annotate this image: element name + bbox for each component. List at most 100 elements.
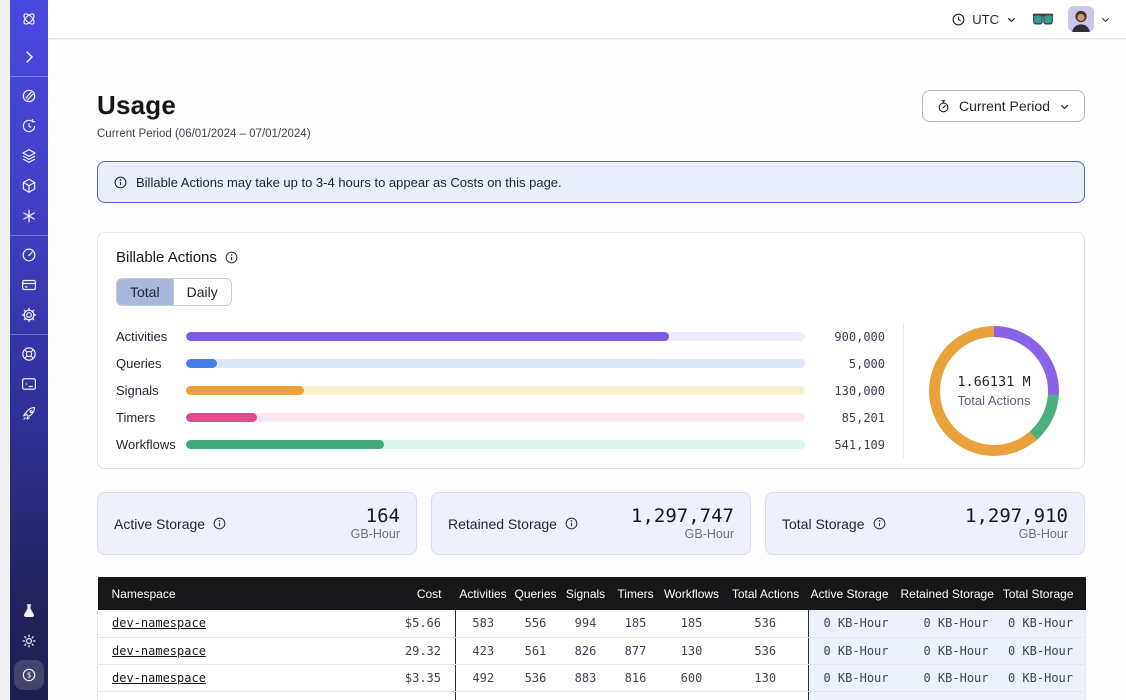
eye-icon[interactable]	[18, 85, 40, 107]
usage-bar: Activities 900,000	[116, 323, 885, 350]
chevron-down-icon	[1005, 13, 1018, 26]
asterisk-icon[interactable]	[18, 205, 40, 227]
namespace-link[interactable]: dev-namespace	[112, 671, 206, 685]
tab-total[interactable]: Total	[117, 279, 173, 305]
col-cost: Cost	[348, 577, 456, 610]
period-select-label: Current Period	[959, 98, 1050, 114]
cell-timers: 816	[611, 664, 661, 691]
cell-activities: 583	[456, 610, 511, 637]
cell-active-storage: 0 KB-Hour	[809, 610, 901, 637]
bar-track	[186, 332, 805, 341]
sidebar: $	[10, 0, 48, 700]
layers-icon[interactable]	[18, 145, 40, 167]
cube-icon[interactable]	[18, 175, 40, 197]
main-content: Usage Current Period (06/01/2024 – 07/01…	[48, 40, 1126, 700]
billable-bar-chart: Activities 900,000 Queries 5,000 Signals…	[116, 323, 903, 458]
info-icon	[113, 175, 128, 190]
bar-value: 541,109	[819, 438, 885, 452]
bar-track	[186, 413, 805, 422]
cell-total-actions: 536	[723, 637, 809, 664]
period-select-button[interactable]: Current Period	[922, 90, 1085, 122]
col-timers: Timers	[611, 577, 661, 610]
total-storage-value: 1,297,910	[965, 506, 1068, 528]
cell-workflows: 185	[661, 610, 723, 637]
namespace-link[interactable]: dev-namespace	[112, 644, 206, 658]
stopwatch-icon	[936, 99, 951, 114]
bar-value: 900,000	[819, 330, 885, 344]
donut-total-label: Total Actions	[958, 393, 1031, 408]
cell-workflows: 600	[661, 664, 723, 691]
page-subtitle: Current Period (06/01/2024 – 07/01/2024)	[97, 128, 311, 140]
retained-storage-value: 1,297,747	[631, 506, 734, 528]
timezone-label: UTC	[972, 12, 999, 27]
col-workflows: Workflows	[661, 577, 723, 610]
col-total-actions: Total Actions	[723, 577, 809, 610]
total-actions-donut: 1.66131 M Total Actions	[929, 326, 1059, 456]
retained-storage-label: Retained Storage	[448, 516, 557, 532]
sidebar-divider	[10, 334, 48, 335]
total-storage-card: Total Storage 1,297,910 GB-Hour	[765, 492, 1085, 555]
tab-daily[interactable]: Daily	[173, 279, 231, 305]
usage-bar: Workflows 541,109	[116, 431, 885, 458]
table-row: dev-namespace $3.35 492 536 883 816 600 …	[98, 664, 1086, 691]
cell-signals: 826	[561, 637, 611, 664]
history-icon[interactable]	[18, 115, 40, 137]
cell-active-storage: 0 KB-Hour	[809, 637, 901, 664]
chevron-down-icon	[1058, 100, 1071, 113]
rocket-icon[interactable]	[18, 403, 40, 425]
flask-icon[interactable]	[18, 600, 40, 622]
account-menu[interactable]	[1068, 6, 1112, 32]
cell-queries: 556	[511, 610, 561, 637]
cell-queries: 561	[511, 637, 561, 664]
total-storage-unit: GB-Hour	[965, 527, 1068, 541]
cell-cost: $3.35	[348, 664, 456, 691]
donut-chart-panel: 1.66131 M Total Actions	[903, 323, 1084, 458]
terminal-icon[interactable]	[18, 373, 40, 395]
retained-storage-unit: GB-Hour	[631, 527, 734, 541]
lifebuoy-icon[interactable]	[18, 343, 40, 365]
clock-icon	[951, 12, 966, 27]
usage-bar: Timers 85,201	[116, 404, 885, 431]
cell-total-actions: 130	[723, 664, 809, 691]
dollar-coin-icon[interactable]: $	[14, 660, 44, 690]
cell-total-storage: 0 KB-Hour	[1001, 664, 1086, 691]
bar-track	[186, 440, 805, 449]
info-icon[interactable]	[872, 516, 887, 531]
info-icon[interactable]	[212, 516, 227, 531]
bar-fill	[186, 440, 384, 449]
active-storage-label: Active Storage	[114, 516, 205, 532]
col-signals: Signals	[561, 577, 611, 610]
cell-retained-storage: 0 KB-Hour	[901, 664, 1001, 691]
col-activities: Activities	[456, 577, 511, 610]
info-icon[interactable]	[224, 250, 239, 265]
billable-actions-card: Billable Actions Total Daily Activities …	[97, 232, 1085, 469]
timezone-picker[interactable]: UTC	[951, 12, 1018, 27]
chevron-right-icon[interactable]	[18, 46, 40, 68]
cell-total-storage: 0 KB-Hour	[1001, 610, 1086, 637]
namespace-usage-table: Namespace Cost Activities Queries Signal…	[97, 577, 1086, 700]
usage-bar: Queries 5,000	[116, 350, 885, 377]
sun-icon[interactable]	[18, 630, 40, 652]
credit-card-icon[interactable]	[18, 274, 40, 296]
temporal-logo[interactable]	[18, 8, 40, 30]
gauge-icon[interactable]	[18, 244, 40, 266]
page-title: Usage	[97, 90, 311, 121]
cell-retained-storage: 0 KB-Hour	[901, 610, 1001, 637]
usage-bar: Signals 130,000	[116, 377, 885, 404]
cell-cost: $5.66	[348, 610, 456, 637]
active-storage-value: 164	[351, 506, 400, 528]
bar-label: Signals	[116, 383, 186, 398]
cell-total-storage: 0 KB-Hour	[1001, 637, 1086, 664]
info-icon[interactable]	[564, 516, 579, 531]
namespace-link[interactable]: dev-namespace	[112, 616, 206, 630]
active-storage-unit: GB-Hour	[351, 527, 400, 541]
cell-signals: 994	[561, 610, 611, 637]
sidebar-divider	[10, 235, 48, 236]
gear-icon[interactable]	[18, 304, 40, 326]
bar-label: Activities	[116, 329, 186, 344]
bar-fill	[186, 386, 304, 395]
avatar	[1068, 6, 1094, 32]
retained-storage-card: Retained Storage 1,297,747 GB-Hour	[431, 492, 751, 555]
glasses-icon[interactable]	[1032, 12, 1054, 27]
bar-value: 85,201	[819, 411, 885, 425]
